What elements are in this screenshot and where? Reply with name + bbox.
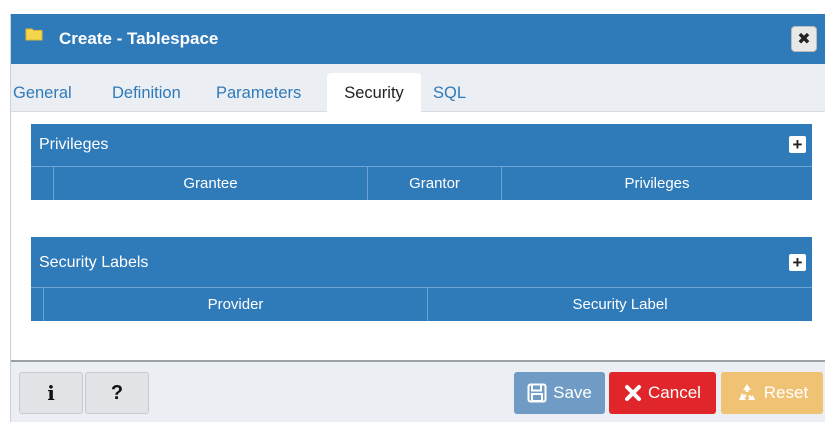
help-button[interactable]: ? (85, 372, 149, 414)
dialog-title: Create - Tablespace (59, 29, 219, 48)
row-select-column (31, 288, 43, 321)
tab-general[interactable]: General (13, 73, 72, 112)
close-button[interactable]: ✖ (791, 26, 817, 52)
cancel-button[interactable]: Cancel (609, 372, 716, 414)
create-tablespace-dialog: Create - Tablespace ✖ General Definition… (10, 14, 825, 422)
tab-definition[interactable]: Definition (112, 73, 181, 112)
info-icon: i (47, 381, 55, 405)
row-select-column (31, 167, 53, 200)
reset-button[interactable]: Reset (721, 372, 823, 414)
save-label: Save (553, 383, 592, 402)
info-button[interactable]: i (19, 372, 83, 414)
folder-icon (25, 28, 43, 41)
column-header-provider[interactable]: Provider (43, 288, 427, 321)
column-header-grantor[interactable]: Grantor (367, 167, 501, 200)
column-header-security-label[interactable]: Security Label (427, 288, 812, 321)
tab-sql[interactable]: SQL (433, 73, 466, 112)
dialog-titlebar[interactable]: Create - Tablespace ✖ (11, 14, 825, 64)
privileges-header: Privileges + (31, 124, 812, 166)
add-privilege-button[interactable]: + (789, 136, 806, 153)
privileges-grid-header: Grantee Grantor Privileges (31, 166, 812, 200)
help-icon: ? (110, 381, 124, 404)
add-icon: + (792, 135, 803, 154)
dialog-footer: i ? Save Cancel Reset (11, 362, 825, 422)
tab-parameters[interactable]: Parameters (216, 73, 301, 112)
cancel-label: Cancel (648, 383, 701, 402)
security-labels-header: Security Labels + (31, 237, 812, 285)
reset-label: Reset (763, 383, 809, 402)
security-labels-title: Security Labels (39, 254, 149, 271)
recycle-icon (738, 384, 755, 400)
tab-security[interactable]: Security (327, 73, 421, 112)
privileges-panel: Privileges + Grantee Grantor Privileges (31, 124, 812, 200)
save-button[interactable]: Save (514, 372, 605, 414)
close-icon: ✖ (797, 31, 811, 48)
x-icon (625, 385, 642, 401)
security-labels-panel: Security Labels + Provider Security Labe… (31, 237, 812, 321)
privileges-title: Privileges (39, 136, 109, 153)
column-header-privileges[interactable]: Privileges (501, 167, 812, 200)
add-icon: + (792, 253, 803, 272)
tab-bar: General Definition Parameters Security S… (11, 64, 825, 112)
floppy-disk-icon (527, 383, 547, 403)
column-header-grantee[interactable]: Grantee (53, 167, 367, 200)
add-security-label-button[interactable]: + (789, 254, 806, 271)
security-labels-grid-header: Provider Security Label (31, 287, 812, 321)
